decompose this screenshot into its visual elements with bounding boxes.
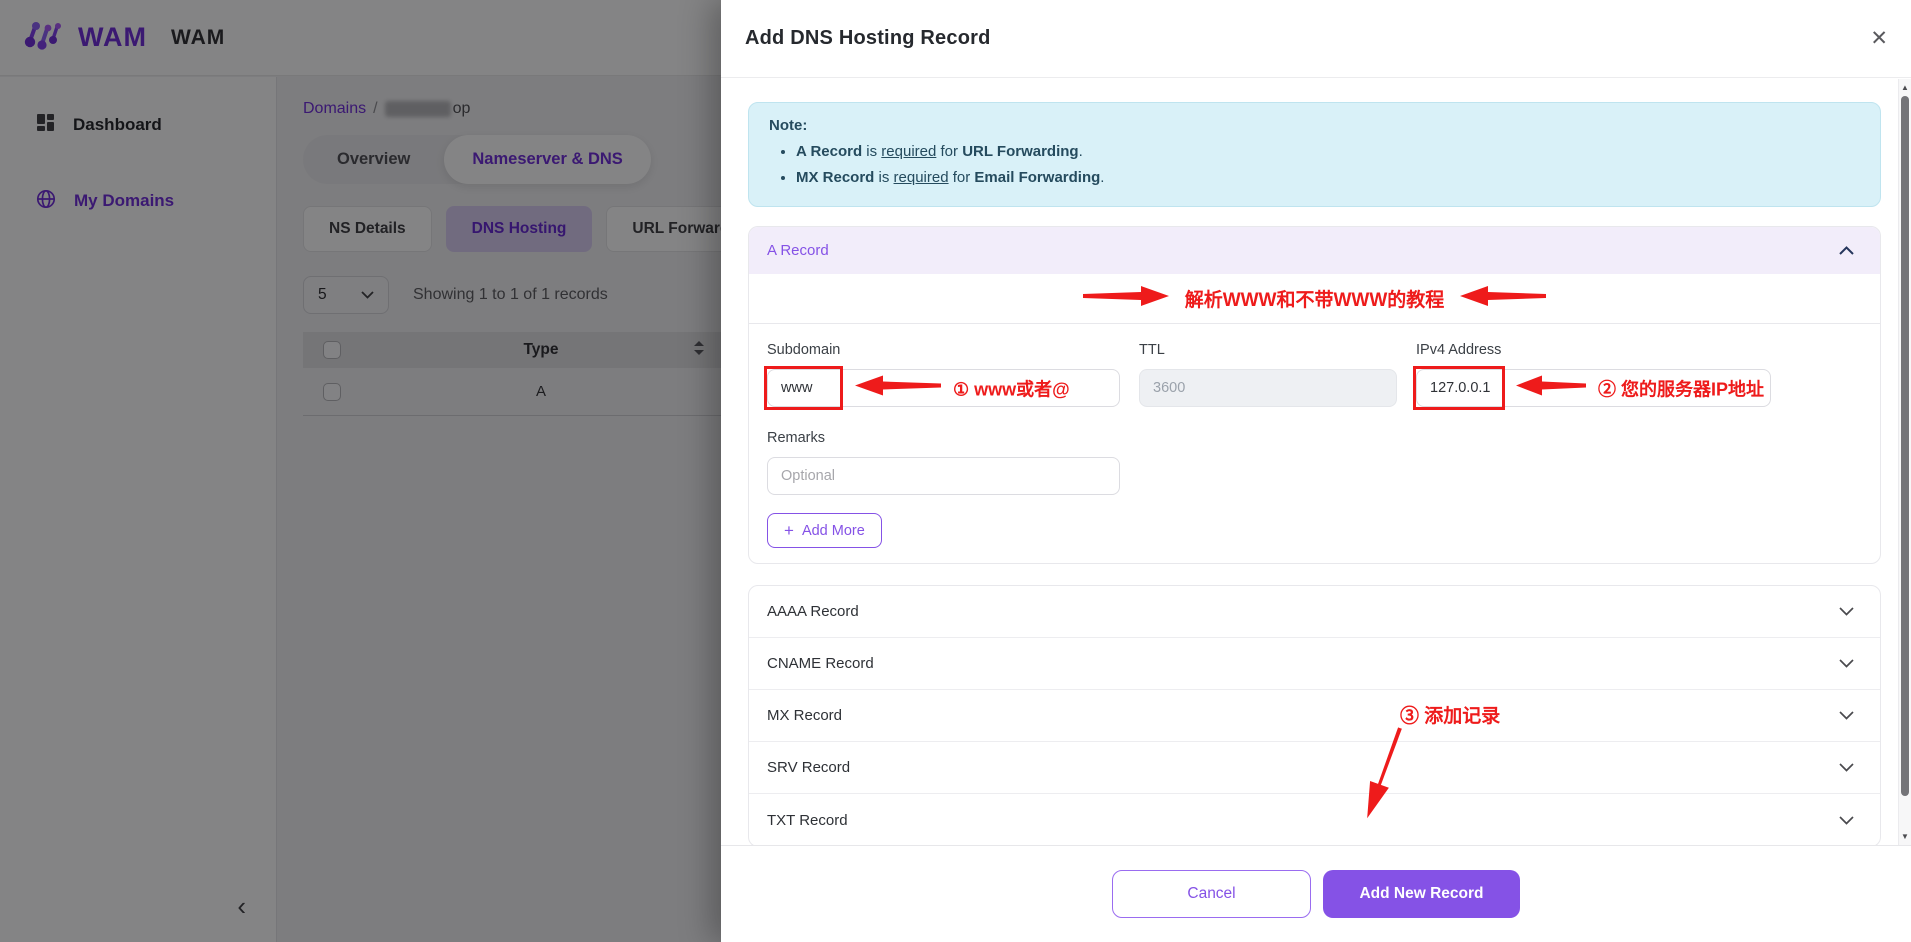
- ttl-label: TTL: [1139, 341, 1397, 359]
- subdomain-label: Subdomain: [767, 341, 1120, 359]
- ipv4-annotation: ② 您的服务器IP地址: [1516, 375, 1764, 402]
- ttl-input: [1139, 369, 1397, 407]
- scrollbar-up-arrow-icon[interactable]: ▲: [1899, 83, 1911, 92]
- page: WAM WAM Dashboard: [0, 0, 1911, 942]
- red-arrow-left-icon: [855, 375, 941, 402]
- add-new-record-button[interactable]: Add New Record: [1323, 870, 1520, 918]
- tutorial-annotation-row: 解析WWW和不带WWW的教程: [749, 274, 1880, 324]
- remarks-input[interactable]: [767, 457, 1120, 495]
- modal-title: Add DNS Hosting Record: [745, 27, 991, 50]
- add-dns-record-modal: Add DNS Hosting Record ✕ Note: A Record …: [721, 0, 1911, 942]
- a-record-form: Subdomain ① www或者@: [749, 324, 1880, 563]
- add-record-annotation: ③ 添加记录: [1400, 701, 1500, 728]
- note-list: A Record is required for URL Forwarding.…: [796, 139, 1860, 191]
- modal-body: Note: A Record is required for URL Forwa…: [721, 79, 1911, 845]
- red-arrow-right-icon: [1083, 285, 1169, 313]
- scrollbar-thumb[interactable]: [1901, 96, 1909, 796]
- mx-record-accordion[interactable]: MX Record: [749, 690, 1880, 742]
- ipv4-field: IPv4 Address ② 您的服务器IP地址: [1416, 341, 1771, 407]
- cancel-button[interactable]: Cancel: [1112, 870, 1311, 918]
- ipv4-label: IPv4 Address: [1416, 341, 1771, 359]
- a-record-section: A Record 解析WWW和不带WWW的教程: [748, 226, 1881, 564]
- note-label: Note:: [769, 117, 1860, 134]
- remarks-label: Remarks: [767, 429, 1120, 447]
- scrollbar-down-arrow-icon[interactable]: ▼: [1899, 832, 1911, 841]
- chevron-down-icon: [1839, 759, 1854, 776]
- modal-header: Add DNS Hosting Record ✕: [721, 0, 1911, 78]
- cname-record-accordion[interactable]: CNAME Record: [749, 638, 1880, 690]
- record-accordions: AAAA Record CNAME Record MX Record SRV R…: [748, 585, 1881, 845]
- a-record-accordion-header[interactable]: A Record: [749, 227, 1880, 274]
- subdomain-annotation: ① www或者@: [855, 375, 1070, 402]
- modal-footer: Cancel Add New Record: [721, 845, 1911, 942]
- txt-record-accordion[interactable]: TXT Record: [749, 794, 1880, 845]
- red-arrow-left-icon: [1516, 375, 1586, 402]
- chevron-up-icon: [1839, 242, 1854, 259]
- a-record-title: A Record: [767, 242, 829, 259]
- close-icon[interactable]: ✕: [1870, 28, 1888, 49]
- modal-scrollbar[interactable]: ▲ ▼: [1898, 79, 1911, 845]
- srv-record-accordion[interactable]: SRV Record: [749, 742, 1880, 794]
- add-more-button[interactable]: + Add More: [767, 513, 882, 548]
- chevron-down-icon: [1839, 707, 1854, 724]
- tutorial-annotation-text: 解析WWW和不带WWW的教程: [1185, 285, 1445, 312]
- aaaa-record-accordion[interactable]: AAAA Record: [749, 586, 1880, 638]
- note-item-a-record: A Record is required for URL Forwarding.: [796, 139, 1860, 165]
- subdomain-field: Subdomain ① www或者@: [767, 341, 1120, 407]
- note-item-mx-record: MX Record is required for Email Forwardi…: [796, 165, 1860, 191]
- ttl-field: TTL: [1139, 341, 1397, 407]
- note-box: Note: A Record is required for URL Forwa…: [748, 102, 1881, 207]
- chevron-down-icon: [1839, 812, 1854, 829]
- chevron-down-icon: [1839, 655, 1854, 672]
- remarks-field: Remarks: [767, 429, 1120, 495]
- red-arrow-left-icon: [1460, 285, 1546, 313]
- chevron-down-icon: [1839, 603, 1854, 620]
- plus-icon: +: [784, 522, 794, 539]
